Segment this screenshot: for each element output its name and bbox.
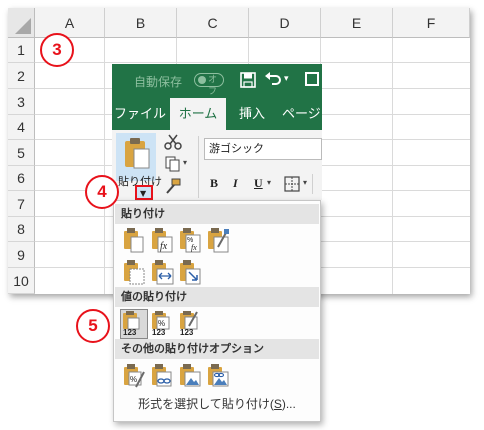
italic-button[interactable]: I <box>233 176 238 191</box>
paste-keep-column-widths-icon[interactable] <box>150 259 174 285</box>
excel-ribbon-window: 自動保存 オフ ▾ ファイル ホーム 挿入 ページ 貼り付け ▼ ▾ 游ゴシック… <box>112 64 322 200</box>
paste-keep-source-formatting-icon[interactable] <box>206 227 230 253</box>
svg-text:%: % <box>158 319 165 328</box>
svg-text:fx: fx <box>191 243 197 252</box>
ribbon-separator <box>198 136 199 198</box>
row-header-10[interactable]: 10 <box>8 268 35 294</box>
select-all-button[interactable] <box>8 8 35 38</box>
paste-formulas-number-format-icon[interactable]: % fx <box>178 227 202 253</box>
row-header-8[interactable]: 8 <box>8 217 35 242</box>
copy-dropdown-icon[interactable]: ▾ <box>183 158 187 167</box>
paste-no-borders-icon[interactable] <box>122 259 146 285</box>
paste-dropdown-button[interactable]: ▼ <box>135 185 153 200</box>
paste-values-source-formatting-caption: 123 <box>180 328 194 336</box>
select-all-triangle-icon <box>15 18 31 34</box>
save-icon[interactable] <box>240 72 256 88</box>
column-header-b[interactable]: B <box>105 8 177 38</box>
borders-icon[interactable] <box>284 176 300 192</box>
ribbon-separator <box>312 174 313 194</box>
column-header-d[interactable]: D <box>249 8 321 38</box>
paste-picture-icon[interactable] <box>178 363 202 389</box>
paste-values-button[interactable]: 123 <box>120 309 148 339</box>
paste-special-label: 形式を選択して貼り付け( <box>138 397 274 411</box>
paste-special-menu-item[interactable]: 形式を選択して貼り付け(S)... <box>114 395 320 412</box>
format-painter-icon[interactable] <box>164 178 182 194</box>
tab-home[interactable]: ホーム <box>170 98 226 130</box>
paste-formatting-icon[interactable]: % <box>122 363 146 389</box>
paste-options-menu: 貼り付け fx % fx 値の貼り付け 123 % 123 123 その他の貼り… <box>113 200 321 422</box>
underline-dropdown-icon[interactable]: ▾ <box>267 178 271 187</box>
borders-dropdown-icon[interactable]: ▾ <box>303 178 307 187</box>
paste-transpose-icon[interactable] <box>178 259 202 285</box>
row-header-2[interactable]: 2 <box>8 63 35 89</box>
toggle-knob <box>198 76 206 84</box>
bold-button[interactable]: B <box>210 176 218 191</box>
row-header-4[interactable]: 4 <box>8 115 35 140</box>
paste-link-icon[interactable] <box>150 363 174 389</box>
gridline <box>392 38 393 294</box>
tab-file[interactable]: ファイル <box>112 98 168 130</box>
column-header-f[interactable]: F <box>393 8 470 38</box>
row-header-5[interactable]: 5 <box>8 140 35 166</box>
autosave-toggle[interactable]: オフ <box>194 73 224 97</box>
paste-values-number-format-caption: 123 <box>152 328 166 336</box>
title-bar: 自動保存 オフ ▾ <box>112 64 322 98</box>
autosave-state: オフ <box>208 75 218 97</box>
section-heading-other-paste-options: その他の貼り付けオプション <box>115 339 319 359</box>
gridline <box>104 38 105 294</box>
callout-step-3: 3 <box>40 33 74 67</box>
svg-text:%: % <box>130 375 137 384</box>
row-header-6[interactable]: 6 <box>8 166 35 191</box>
callout-step-5: 5 <box>76 309 110 343</box>
paste-button[interactable]: 貼り付け <box>116 133 162 188</box>
paste-values-icon: 123 <box>123 311 140 337</box>
paste-values-number-format-icon[interactable]: % 123 <box>150 310 174 336</box>
ribbon-tabs: ファイル ホーム 挿入 ページ <box>112 98 322 130</box>
paste-linked-picture-icon[interactable] <box>206 363 230 389</box>
copy-icon[interactable] <box>164 156 182 172</box>
row-header-7[interactable]: 7 <box>8 191 35 217</box>
paste-special-access-key: S <box>273 397 282 411</box>
quick-access-more-icon[interactable] <box>305 72 319 86</box>
gridline <box>35 62 470 63</box>
paste-special-label-end: )... <box>281 397 296 411</box>
column-header-c[interactable]: C <box>177 8 249 38</box>
clipboard-icon <box>125 138 150 169</box>
tab-page-layout[interactable]: ページ <box>282 98 322 130</box>
font-name-box[interactable]: 游ゴシック <box>204 138 322 160</box>
callout-step-4: 4 <box>85 175 119 209</box>
underline-button[interactable]: U <box>254 176 263 191</box>
undo-dropdown-icon[interactable]: ▾ <box>284 74 289 84</box>
section-heading-paste: 貼り付け <box>115 204 319 224</box>
paste-values-caption: 123 <box>123 328 137 336</box>
paste-formulas-icon[interactable]: fx <box>150 227 174 253</box>
autosave-label: 自動保存 <box>134 75 183 89</box>
section-heading-paste-values: 値の貼り付け <box>115 287 319 307</box>
row-header-1[interactable]: 1 <box>8 38 35 63</box>
chevron-down-icon: ▼ <box>140 189 147 198</box>
cut-icon[interactable] <box>164 134 182 150</box>
column-header-a[interactable]: A <box>35 8 105 38</box>
paste-values-source-formatting-icon[interactable]: 123 <box>178 310 202 336</box>
tab-insert[interactable]: 挿入 <box>230 98 274 130</box>
undo-icon[interactable] <box>264 72 282 88</box>
home-ribbon: 貼り付け ▼ ▾ 游ゴシック B I U ▾ ▾ <box>112 130 322 200</box>
row-header-9[interactable]: 9 <box>8 242 35 268</box>
row-header-3[interactable]: 3 <box>8 89 35 115</box>
paste-icon[interactable] <box>122 227 146 253</box>
svg-text:fx: fx <box>160 241 168 252</box>
column-header-e[interactable]: E <box>321 8 393 38</box>
